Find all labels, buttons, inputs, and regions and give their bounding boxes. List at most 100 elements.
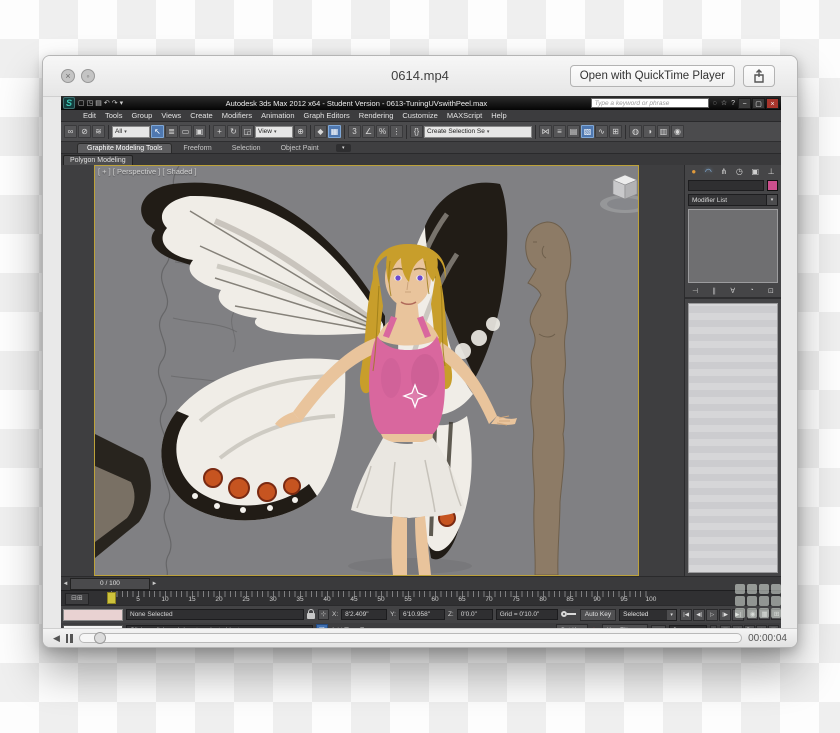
spinner-snap-icon[interactable]: ⋮ xyxy=(390,125,403,138)
object-color-swatch[interactable] xyxy=(767,180,778,191)
modifier-stack[interactable] xyxy=(688,209,778,283)
reference-coordinate-dropdown[interactable]: View▾ xyxy=(255,126,293,138)
open-with-quicktime-button[interactable]: Open with QuickTime Player xyxy=(570,65,735,87)
help-icon[interactable]: ? xyxy=(731,100,735,107)
ribbon-tab-freeform[interactable]: Freeform xyxy=(174,144,220,153)
unlink-selection-icon[interactable]: ⊘ xyxy=(78,125,91,138)
align-icon[interactable]: ≡ xyxy=(553,125,566,138)
next-frame-arrow[interactable]: ► xyxy=(150,581,159,587)
render-setup-icon[interactable]: ◑ xyxy=(643,125,656,138)
remove-modifier-button[interactable]: ◔ xyxy=(749,287,753,294)
polygon-modeling-tab[interactable]: Polygon Modeling xyxy=(63,155,133,165)
use-pivot-point-icon[interactable]: ⊕ xyxy=(294,125,307,138)
modifier-list-dropdown[interactable]: Modifier List ▾ xyxy=(688,194,778,206)
coord-field-x-[interactable]: 8'2.409" xyxy=(341,609,387,620)
snaps-toggle-icon[interactable]: 3 xyxy=(348,125,361,138)
menu-graph-editors[interactable]: Graph Editors xyxy=(304,111,350,120)
menu-create[interactable]: Create xyxy=(190,111,213,120)
select-by-name-icon[interactable]: ≣ xyxy=(165,125,178,138)
maxscript-mini-listener-pink[interactable] xyxy=(63,609,123,621)
pin-stack-button[interactable]: ⊣ xyxy=(692,287,698,295)
menu-animation[interactable]: Animation xyxy=(261,111,294,120)
play-button[interactable]: ▷ xyxy=(706,609,718,621)
schematic-view-icon[interactable]: ⊞ xyxy=(609,125,622,138)
menu-modifiers[interactable]: Modifiers xyxy=(222,111,252,120)
ribbon-toggle-icon[interactable]: ▧ xyxy=(581,125,594,138)
menu-views[interactable]: Views xyxy=(161,111,181,120)
time-slider[interactable] xyxy=(107,592,116,604)
ribbon-tab-object-paint[interactable]: Object Paint xyxy=(272,144,328,153)
menu-customize[interactable]: Customize xyxy=(402,111,437,120)
modify-tab[interactable]: ◠ xyxy=(705,166,712,178)
select-object-icon[interactable]: ↖ xyxy=(151,125,164,138)
max-logo-icon[interactable]: S xyxy=(63,97,75,109)
pause-button[interactable] xyxy=(66,634,73,643)
mirror-icon[interactable]: ⋈ xyxy=(539,125,552,138)
minimize-button[interactable]: − xyxy=(738,98,751,109)
mini-curve-editor-icon[interactable]: ⊟⊞ xyxy=(65,593,89,605)
layer-manager-icon[interactable]: ▤ xyxy=(567,125,580,138)
viewport-label[interactable]: [ + ] [ Perspective ] [ Shaded ] xyxy=(98,167,197,176)
curve-editor-icon[interactable]: ∿ xyxy=(595,125,608,138)
perspective-viewport[interactable]: [ + ] [ Perspective ] [ Shaded ] xyxy=(94,165,639,576)
progress-bar[interactable] xyxy=(79,633,742,643)
favorites-icon[interactable]: ☆ xyxy=(721,99,727,107)
restore-button[interactable]: ▢ xyxy=(752,98,765,109)
selection-lock-icon[interactable] xyxy=(307,613,315,619)
ribbon-overflow-button[interactable]: ▾ xyxy=(336,144,351,152)
motion-tab[interactable]: ◷ xyxy=(736,166,743,178)
named-selection-sets-dropdown[interactable]: Create Selection Se▾ xyxy=(424,126,532,138)
material-editor-icon[interactable]: ◍ xyxy=(629,125,642,138)
close-button[interactable]: × xyxy=(766,98,779,109)
select-and-manipulate-icon[interactable]: ◆ xyxy=(314,125,327,138)
percent-snap-icon[interactable]: % xyxy=(376,125,389,138)
redo-icon[interactable]: ↷ xyxy=(112,99,118,107)
menu-rendering[interactable]: Rendering xyxy=(359,111,394,120)
save-file-icon[interactable]: ▤ xyxy=(95,99,102,107)
window-crossing-icon[interactable]: ▣ xyxy=(193,125,206,138)
ribbon-tab-selection[interactable]: Selection xyxy=(223,144,270,153)
display-tab[interactable]: ▣ xyxy=(751,166,759,178)
communication-center-icon[interactable]: ◌ xyxy=(713,100,717,107)
share-button[interactable] xyxy=(743,65,775,87)
ribbon-tab-graphite-modeling-tools[interactable]: Graphite Modeling Tools xyxy=(77,143,172,153)
open-file-icon[interactable]: ◳ xyxy=(87,99,94,107)
coord-field-y-[interactable]: 6'10.958" xyxy=(399,609,445,620)
menu-maxscript[interactable]: MAXScript xyxy=(447,111,482,120)
auto-key-button[interactable]: Auto Key xyxy=(580,609,616,621)
utilities-tab[interactable]: ⊥ xyxy=(768,166,775,178)
select-and-rotate-icon[interactable]: ↻ xyxy=(227,125,240,138)
show-end-result-button[interactable]: ∥ xyxy=(713,287,717,295)
keyboard-shortcut-override-icon[interactable]: ▦ xyxy=(328,125,341,138)
undo-icon[interactable]: ↶ xyxy=(104,99,110,107)
search-input[interactable]: Type a keyword or phrase xyxy=(591,98,709,108)
menu-tools[interactable]: Tools xyxy=(105,111,123,120)
menu-help[interactable]: Help xyxy=(491,111,506,120)
timeline-ruler[interactable]: ⊟⊞ 5101520253035404550556065707580859095… xyxy=(61,590,781,605)
configure-modifier-sets-button[interactable]: ⊡ xyxy=(768,287,774,295)
select-and-link-icon[interactable]: ∞ xyxy=(64,125,77,138)
rendered-frame-icon[interactable]: ▥ xyxy=(657,125,670,138)
coord-field-z-[interactable]: 0'0.0" xyxy=(457,609,493,620)
create-tab[interactable]: ● xyxy=(691,166,696,178)
select-and-move-icon[interactable]: + xyxy=(213,125,226,138)
rewind-button[interactable]: ◀ xyxy=(53,633,60,644)
hierarchy-tab[interactable]: ⋔ xyxy=(720,166,727,178)
go-to-start-button[interactable]: |◀ xyxy=(680,609,692,621)
previous-frame-button[interactable]: ◀| xyxy=(693,609,705,621)
selection-set-dropdown[interactable]: Selected ▾ xyxy=(619,609,677,621)
previous-frame-arrow[interactable]: ◄ xyxy=(61,581,70,587)
make-unique-button[interactable]: ∀ xyxy=(730,287,735,295)
new-file-icon[interactable]: ▢ xyxy=(78,99,85,107)
absolute-offset-icon[interactable]: ⊹ xyxy=(318,609,329,620)
video-frame[interactable]: S ▢◳▤↶↷▾ Autodesk 3ds Max 2012 x64 - Stu… xyxy=(61,96,781,631)
next-frame-button[interactable]: |▶ xyxy=(719,609,731,621)
selection-region-icon[interactable]: ▭ xyxy=(179,125,192,138)
select-and-scale-icon[interactable]: ◲ xyxy=(241,125,254,138)
project-dropdown-icon[interactable]: ▾ xyxy=(120,99,124,107)
selection-filter-dropdown[interactable]: All▾ xyxy=(112,126,150,138)
render-production-icon[interactable]: ◉ xyxy=(671,125,684,138)
bind-to-spacewarp-icon[interactable]: ≋ xyxy=(92,125,105,138)
progress-knob[interactable] xyxy=(94,632,106,644)
edit-named-selections-icon[interactable]: {} xyxy=(410,125,423,138)
